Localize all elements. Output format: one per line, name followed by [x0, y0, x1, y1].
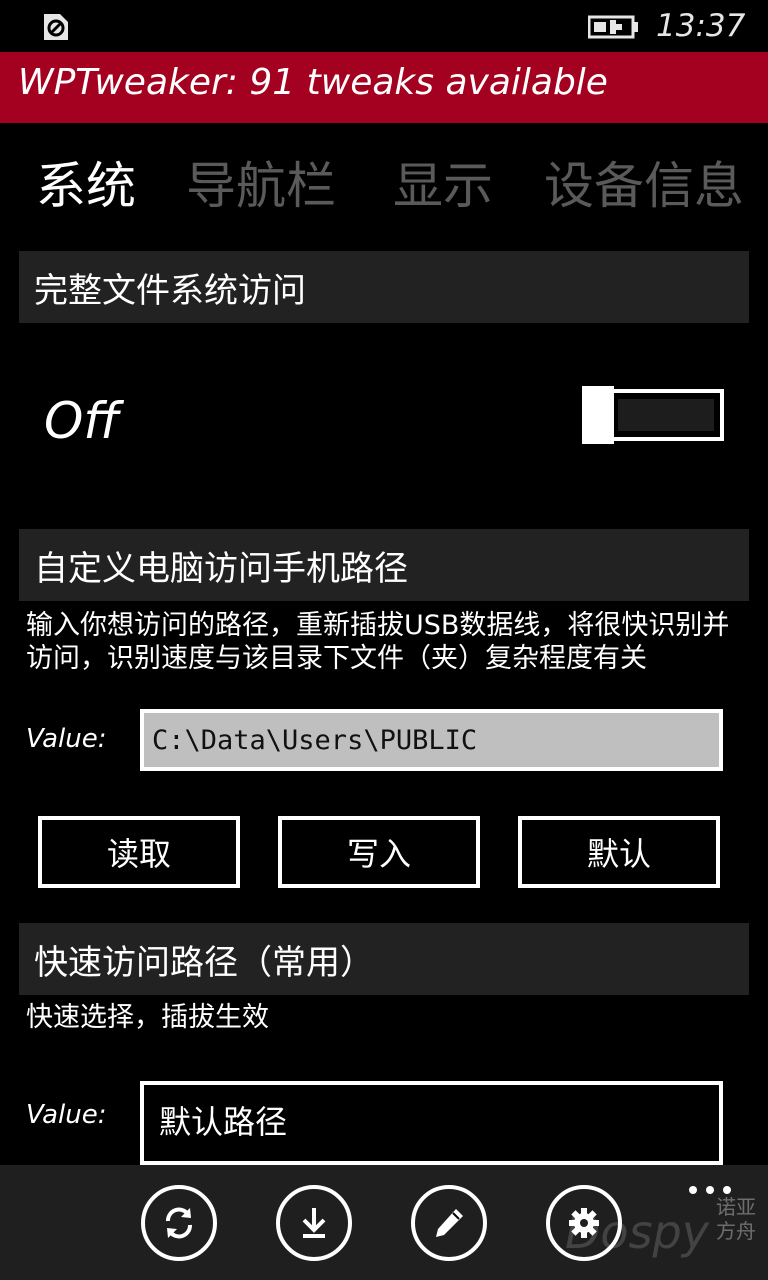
- settings-button[interactable]: [546, 1185, 622, 1261]
- tab-device-info[interactable]: 设备信息: [544, 146, 744, 218]
- toggle-fill: [618, 399, 714, 431]
- app-bar: Dospy 诺亚 方舟: [0, 1165, 768, 1280]
- data-sense-icon: [44, 14, 68, 40]
- app-title: WPTweaker: 91 tweaks available: [18, 62, 608, 103]
- custom-path-description: 输入你想访问的路径，重新插拔USB数据线，将很快识别并访问，识别速度与该目录下文…: [26, 610, 730, 674]
- watermark-line2: 方舟: [716, 1219, 756, 1243]
- refresh-icon: [166, 1207, 192, 1239]
- toggle-state-label: Off: [44, 392, 120, 450]
- pivot-tabs: 系统 导航栏 显示 设备信息: [0, 138, 768, 218]
- value-label: Value:: [26, 1100, 107, 1130]
- tab-display[interactable]: 显示: [393, 146, 493, 218]
- refresh-button[interactable]: [141, 1185, 217, 1261]
- path-input-value: C:\Data\Users\PUBLIC: [152, 725, 478, 756]
- app-title-banner: WPTweaker: 91 tweaks available: [0, 52, 768, 123]
- edit-button[interactable]: [411, 1185, 487, 1261]
- tab-navbar[interactable]: 导航栏: [186, 146, 336, 218]
- more-icon[interactable]: [686, 1183, 734, 1197]
- download-button[interactable]: [276, 1185, 352, 1261]
- toggle-knob[interactable]: [582, 386, 614, 444]
- status-bar: 13:37: [0, 0, 768, 52]
- full-fs-access-toggle[interactable]: [582, 386, 724, 444]
- section-title: 完整文件系统访问: [34, 271, 306, 311]
- status-time: 13:37: [656, 8, 746, 44]
- settings-icon: [569, 1208, 599, 1238]
- write-button[interactable]: 写入: [278, 816, 480, 888]
- quick-path-picker[interactable]: 默认路径: [140, 1081, 723, 1165]
- toggle-track: [608, 389, 724, 441]
- download-icon: [302, 1208, 326, 1238]
- read-button[interactable]: 读取: [38, 816, 240, 888]
- edit-icon: [436, 1209, 463, 1237]
- section-header-quick-path: 快速访问路径（常用）: [19, 923, 749, 995]
- default-button[interactable]: 默认: [518, 816, 720, 888]
- value-label: Value:: [26, 724, 107, 754]
- section-header-custom-path: 自定义电脑访问手机路径: [19, 529, 749, 601]
- quick-path-selected: 默认路径: [159, 1103, 288, 1141]
- tab-system[interactable]: 系统: [36, 146, 136, 218]
- section-title: 快速访问路径（常用）: [34, 943, 374, 983]
- quick-path-description: 快速选择，插拔生效: [26, 1002, 269, 1033]
- section-header-full-fs-access: 完整文件系统访问: [19, 251, 749, 323]
- path-input[interactable]: C:\Data\Users\PUBLIC: [140, 709, 723, 771]
- watermark-line1: 诺亚: [716, 1195, 756, 1219]
- section-title: 自定义电脑访问手机路径: [34, 549, 408, 589]
- battery-charging-icon: [588, 15, 638, 39]
- watermark-small: 诺亚 方舟: [716, 1195, 760, 1243]
